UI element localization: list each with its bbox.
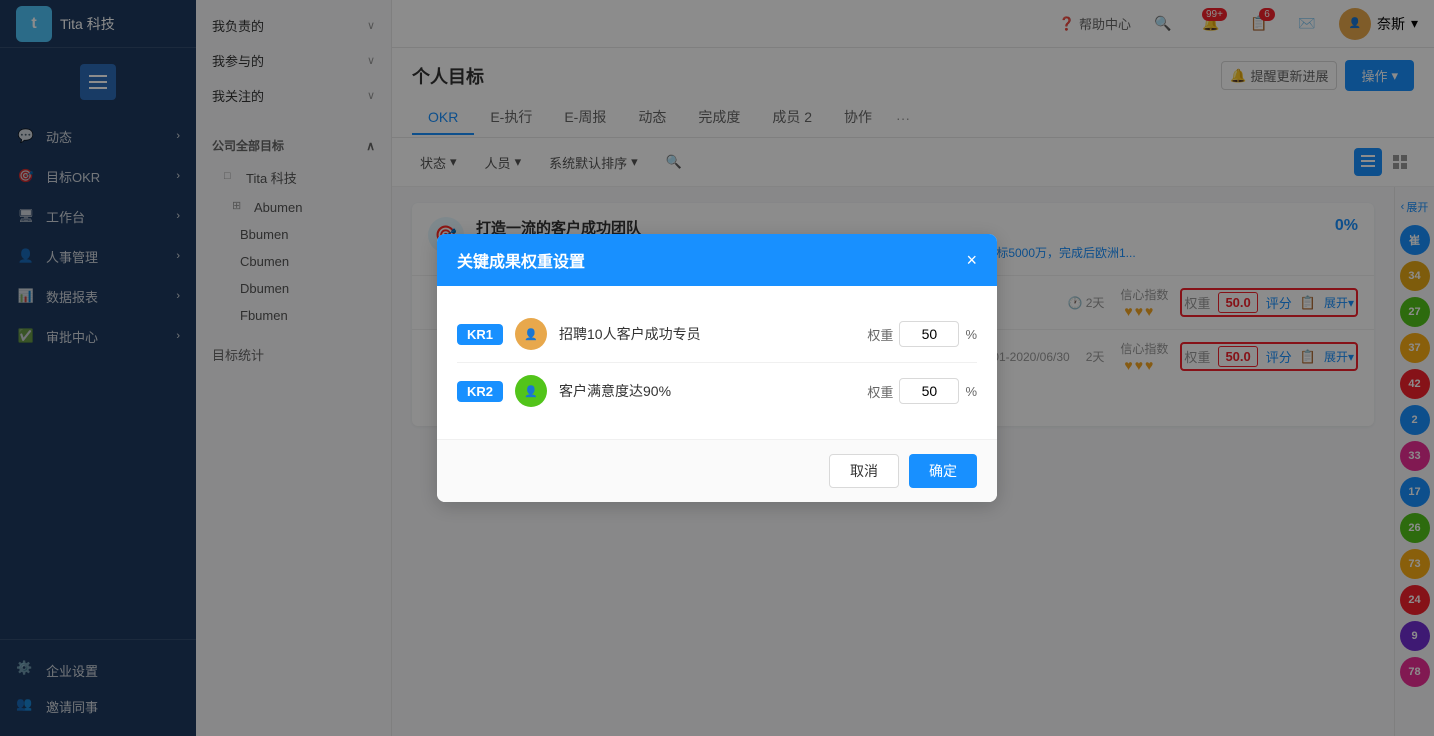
- modal-kr2-row: KR2 👤 客户满意度达90% 权重 %: [457, 363, 977, 419]
- weight-settings-modal: 关键成果权重设置 × KR1 👤 招聘10人客户成功专员 权重 %: [437, 234, 997, 502]
- modal-kr1-weight-group: 权重 %: [867, 321, 977, 347]
- modal-kr2-weight-group: 权重 %: [867, 378, 977, 404]
- modal-overlay: 关键成果权重设置 × KR1 👤 招聘10人客户成功专员 权重 %: [0, 0, 1434, 736]
- modal-cancel-button[interactable]: 取消: [829, 454, 899, 488]
- modal-kr1-name: 招聘10人客户成功专员: [559, 324, 855, 344]
- modal-kr1-tag: KR1: [457, 324, 503, 345]
- modal-footer: 取消 确定: [437, 439, 997, 502]
- modal-confirm-button[interactable]: 确定: [909, 454, 977, 488]
- modal-kr2-weight-input[interactable]: [899, 378, 959, 404]
- modal-kr2-tag: KR2: [457, 381, 503, 402]
- modal-kr1-row: KR1 👤 招聘10人客户成功专员 权重 %: [457, 306, 977, 363]
- modal-kr2-avatar: 👤: [515, 375, 547, 407]
- modal-body: KR1 👤 招聘10人客户成功专员 权重 % KR2 👤 客户满意度达90%: [437, 286, 997, 439]
- modal-close-button[interactable]: ×: [966, 250, 977, 271]
- modal-kr2-name: 客户满意度达90%: [559, 381, 855, 401]
- modal-kr1-avatar: 👤: [515, 318, 547, 350]
- modal-title: 关键成果权重设置: [457, 248, 585, 272]
- modal-header: 关键成果权重设置 ×: [437, 234, 997, 286]
- modal-kr1-weight-input[interactable]: [899, 321, 959, 347]
